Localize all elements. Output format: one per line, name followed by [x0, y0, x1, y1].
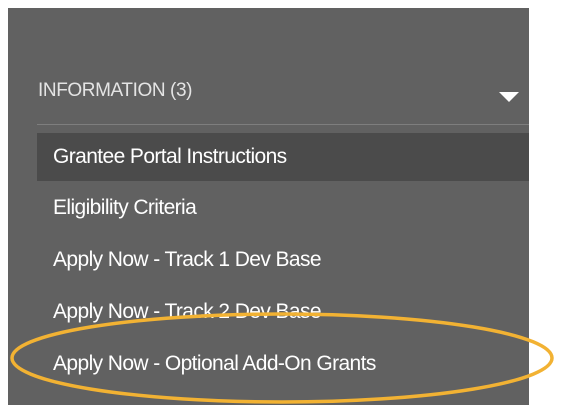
- menu-item-eligibility-criteria[interactable]: Eligibility Criteria: [37, 182, 529, 233]
- menu-item-label: Grantee Portal Instructions: [53, 145, 287, 168]
- menu-item-apply-track-1[interactable]: Apply Now - Track 1 Dev Base: [37, 234, 529, 285]
- menu-item-label: Apply Now - Track 1 Dev Base: [53, 247, 322, 271]
- section-divider: [37, 124, 529, 125]
- chevron-down-icon[interactable]: [499, 92, 519, 102]
- menu-item-apply-optional-add-on-grants[interactable]: Apply Now - Optional Add-On Grants: [37, 338, 529, 389]
- screenshot-stage: INFORMATION (3) Grantee Portal Instructi…: [0, 0, 562, 405]
- section-title: INFORMATION (3): [38, 80, 193, 101]
- menu-item-apply-track-2[interactable]: Apply Now - Track 2 Dev Base: [37, 286, 529, 337]
- menu-item-label: Eligibility Criteria: [53, 195, 197, 219]
- information-section-header[interactable]: INFORMATION (3): [8, 56, 529, 126]
- menu-item-grantee-portal-instructions[interactable]: Grantee Portal Instructions: [37, 133, 529, 181]
- sidebar-panel: INFORMATION (3) Grantee Portal Instructi…: [8, 8, 529, 405]
- menu-item-label: Apply Now - Optional Add-On Grants: [53, 351, 376, 375]
- menu-item-label: Apply Now - Track 2 Dev Base: [53, 299, 322, 323]
- information-menu-list: Grantee Portal Instructions Eligibility …: [37, 133, 529, 390]
